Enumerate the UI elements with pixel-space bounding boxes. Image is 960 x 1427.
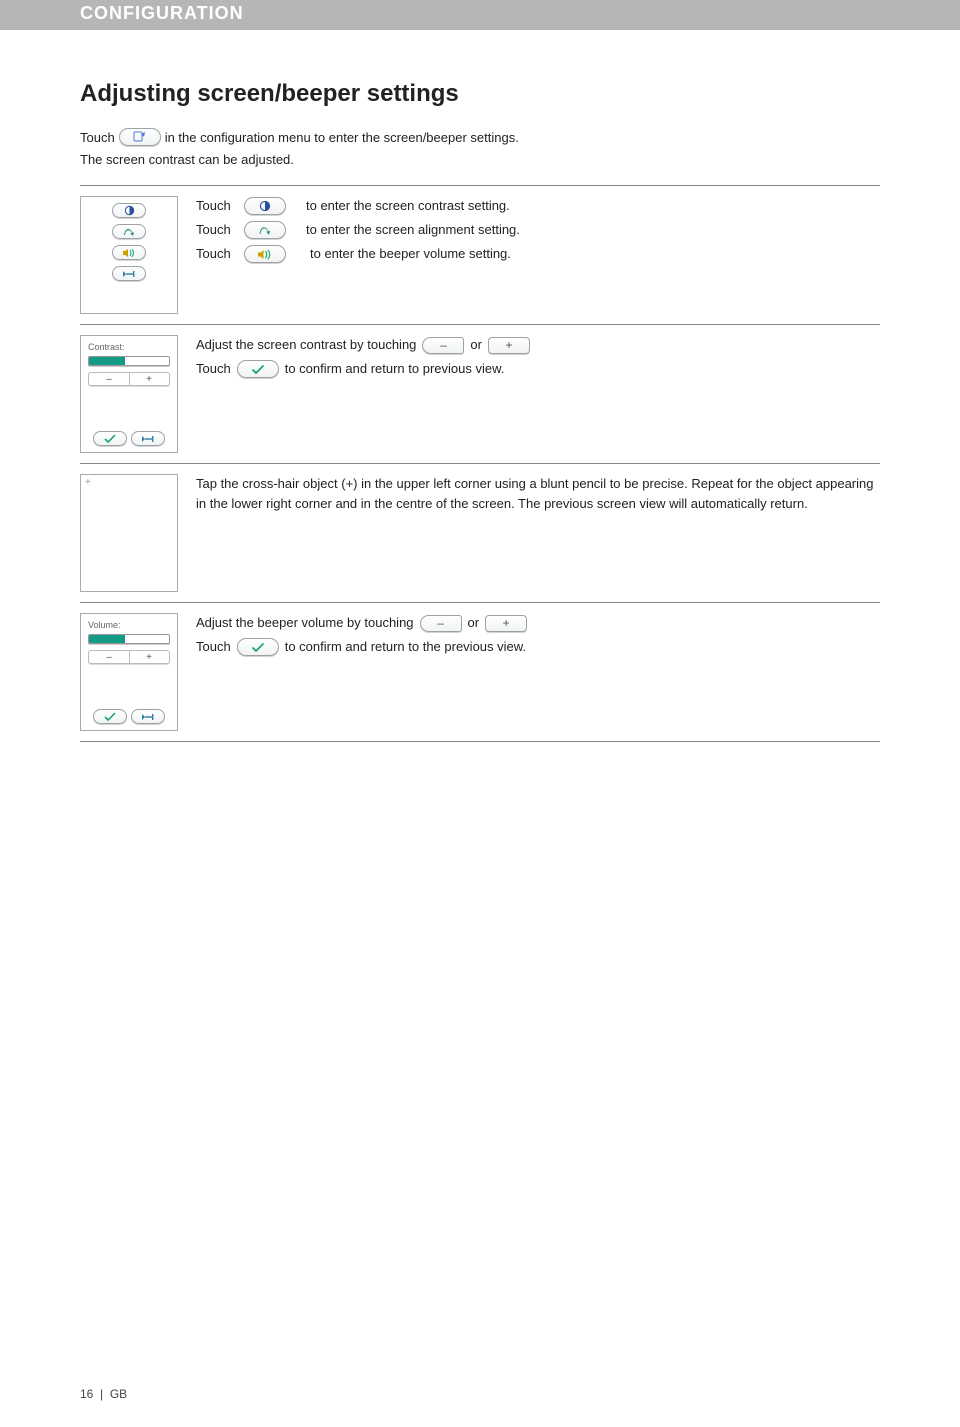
mini-plus-icon: +	[129, 373, 169, 385]
mini-confirm-button	[93, 431, 127, 446]
touch-label: Touch	[196, 196, 238, 216]
row4-l2a: Touch	[196, 637, 231, 657]
touch-label: Touch	[196, 220, 238, 240]
mini-confirm-button	[93, 709, 127, 724]
block-volume: Volume: – + Adjust the beeper volume by …	[80, 603, 880, 741]
header-bar: CONFIGURATION	[0, 0, 960, 30]
mini-alignment-button	[112, 224, 146, 239]
confirm-icon	[237, 638, 279, 656]
separator	[80, 741, 880, 742]
row1-l2: to enter the screen alignment setting.	[306, 220, 520, 240]
mini-volume-label: Volume:	[88, 620, 174, 630]
row4-l2b: to confirm and return to the previous vi…	[285, 637, 526, 657]
row1-l1: to enter the screen contrast setting.	[306, 196, 510, 216]
mini-screen-contrast: Contrast: – +	[80, 335, 178, 453]
mini-volume-bar	[88, 634, 170, 644]
mini-minus-icon: –	[89, 373, 129, 385]
desc-menu: Touch to enter the screen contrast setti…	[196, 196, 880, 268]
crosshair-icon: +	[85, 477, 91, 488]
alignment-icon	[244, 221, 286, 239]
block-contrast: Contrast: – + Adjust the screen contrast…	[80, 325, 880, 463]
mini-contrast-bar	[88, 356, 170, 366]
mini-volume-button	[112, 245, 146, 260]
plus-key-icon: +	[488, 337, 530, 354]
row2-or: or	[470, 335, 482, 355]
row2-l1a: Adjust the screen contrast by touching	[196, 335, 416, 355]
touch-label: Touch	[196, 244, 238, 264]
row2-l2a: Touch	[196, 359, 231, 379]
intro-line-2: The screen contrast can be adjusted.	[80, 152, 880, 167]
intro-line-1: Touch in the configuration menu to enter…	[80, 128, 880, 146]
mini-plus-icon: +	[129, 651, 169, 663]
mini-minus-icon: –	[89, 651, 129, 663]
volume-icon	[244, 245, 286, 263]
block-alignment: + Tap the cross-hair object (+) in the u…	[80, 464, 880, 602]
confirm-icon	[237, 360, 279, 378]
row1-l3: to enter the beeper volume setting.	[310, 244, 511, 264]
plus-key-icon: +	[485, 615, 527, 632]
row4-l1a: Adjust the beeper volume by touching	[196, 613, 414, 633]
footer-page: 16	[80, 1387, 93, 1401]
footer-sep: |	[100, 1387, 103, 1401]
desc-contrast: Adjust the screen contrast by touching –…	[196, 335, 880, 383]
mini-volume-pm: – +	[88, 650, 170, 664]
desc-volume: Adjust the beeper volume by touching – o…	[196, 613, 880, 661]
mini-contrast-label: Contrast:	[88, 342, 174, 352]
mini-contrast-pm: – +	[88, 372, 170, 386]
row2-l2b: to confirm and return to previous view.	[285, 359, 505, 379]
mini-screen-alignment: +	[80, 474, 178, 592]
intro-a: Touch	[80, 130, 115, 145]
intro-b: in the configuration menu to enter the s…	[165, 130, 519, 145]
contrast-icon	[244, 197, 286, 215]
footer-locale: GB	[110, 1387, 127, 1401]
page-content: Adjusting screen/beeper settings Touch i…	[0, 30, 960, 742]
screen-beeper-icon	[119, 128, 161, 146]
minus-key-icon: –	[420, 615, 462, 632]
page-footer: 16 | GB	[80, 1387, 127, 1401]
mini-screen-volume: Volume: – +	[80, 613, 178, 731]
block-menu: Touch to enter the screen contrast setti…	[80, 186, 880, 324]
page-title: Adjusting screen/beeper settings	[80, 80, 880, 108]
mini-contrast-button	[112, 203, 146, 218]
mini-back-button	[131, 709, 165, 724]
minus-key-icon: –	[422, 337, 464, 354]
mini-screen-menu	[80, 196, 178, 314]
mini-back-button	[131, 431, 165, 446]
header-title: CONFIGURATION	[80, 3, 244, 23]
row4-or: or	[468, 613, 480, 633]
desc-alignment: Tap the cross-hair object (+) in the upp…	[196, 474, 880, 514]
mini-back-button	[112, 266, 146, 281]
